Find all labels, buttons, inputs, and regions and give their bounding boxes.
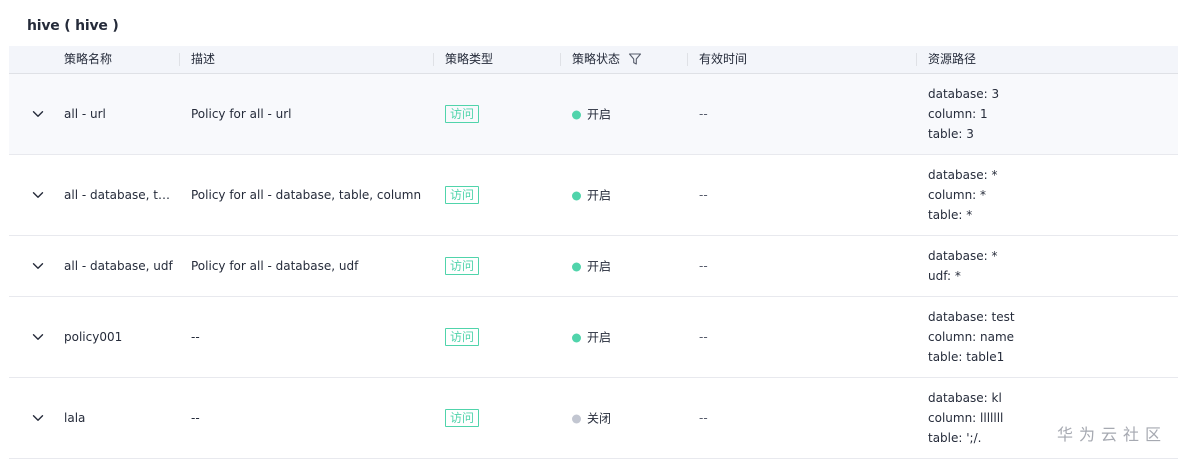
header-type[interactable]: 策略类型: [445, 46, 493, 73]
policy-table: 策略名称 描述 策略类型 策略状态 有效时间 资源路径 all - url Po…: [9, 46, 1178, 459]
policy-name[interactable]: lala: [64, 411, 85, 425]
policy-valid-time: --: [699, 259, 708, 273]
resource-path-line: database: 3: [928, 87, 1000, 101]
header-separator: [433, 53, 434, 66]
resource-path-line: table: ';/.: [928, 431, 982, 445]
resource-path: database: test column: name table: table1: [928, 307, 1015, 367]
resource-path-line: udf: *: [928, 269, 961, 283]
policy-status-label: 开启: [587, 188, 612, 203]
resource-path-line: table: 3: [928, 127, 974, 141]
resource-path-line: column: name: [928, 330, 1015, 344]
policy-name[interactable]: policy001: [64, 330, 122, 344]
policy-type-cell: 访问: [445, 409, 480, 427]
policy-status-cell: 开启: [572, 187, 611, 204]
header-separator: [179, 53, 180, 66]
table-row[interactable]: all - database, udf Policy for all - dat…: [9, 236, 1178, 297]
expand-chevron-icon[interactable]: [31, 107, 45, 121]
policy-valid-time: --: [699, 330, 708, 344]
policy-name[interactable]: all - database, tabl...: [64, 188, 176, 202]
policy-valid-time: --: [699, 411, 708, 425]
policy-status-cell: 开启: [572, 329, 611, 346]
resource-path-line: database: *: [928, 249, 998, 263]
policy-type-tag: 访问: [445, 105, 480, 123]
expand-chevron-icon[interactable]: [31, 188, 45, 202]
expand-chevron-icon[interactable]: [31, 330, 45, 344]
status-dot-icon: [572, 262, 581, 272]
table-body: all - url Policy for all - url 访问 开启 -- …: [9, 74, 1178, 459]
resource-path-line: column: lllllll: [928, 411, 1004, 425]
section-title: hive ( hive ): [27, 18, 119, 34]
status-dot-icon: [572, 333, 581, 343]
policy-type-tag: 访问: [445, 257, 480, 275]
table-row[interactable]: all - url Policy for all - url 访问 开启 -- …: [9, 74, 1178, 155]
policy-valid-time: --: [699, 107, 708, 121]
watermark: 华为云社区: [1057, 425, 1168, 444]
policy-type-cell: 访问: [445, 328, 480, 346]
header-name[interactable]: 策略名称: [64, 46, 112, 73]
resource-path-line: database: test: [928, 310, 1015, 324]
table-header: 策略名称 描述 策略类型 策略状态 有效时间 资源路径: [9, 46, 1178, 74]
resource-path-line: column: *: [928, 188, 987, 202]
policy-name[interactable]: all - url: [64, 107, 106, 121]
resource-path-line: database: *: [928, 168, 998, 182]
policy-type-tag: 访问: [445, 186, 480, 204]
header-separator: [560, 53, 561, 66]
policy-type-cell: 访问: [445, 186, 480, 204]
policy-description: Policy for all - url: [191, 107, 292, 121]
expand-chevron-icon[interactable]: [31, 411, 45, 425]
policy-type-tag: 访问: [445, 328, 480, 346]
policy-status-label: 开启: [587, 259, 612, 274]
table-row[interactable]: policy001 -- 访问 开启 -- database: test colu…: [9, 297, 1178, 378]
expand-chevron-icon[interactable]: [31, 259, 45, 273]
resource-path-line: table: *: [928, 208, 973, 222]
policy-status-label: 开启: [587, 107, 612, 122]
policy-status-cell: 开启: [572, 258, 611, 275]
policy-description: --: [191, 330, 200, 344]
header-path[interactable]: 资源路径: [928, 46, 976, 73]
policy-name[interactable]: all - database, udf: [64, 259, 173, 273]
resource-path-line: table: table1: [928, 350, 1005, 364]
policy-status-label: 开启: [587, 330, 612, 345]
resource-path-line: column: 1: [928, 107, 988, 121]
policy-type-cell: 访问: [445, 105, 480, 123]
resource-path: database: * column: * table: *: [928, 165, 998, 225]
header-time[interactable]: 有效时间: [699, 46, 747, 73]
table-row[interactable]: lala -- 访问 关闭 -- database: kl column: lll…: [9, 378, 1178, 459]
header-status[interactable]: 策略状态: [572, 46, 620, 73]
resource-path: database: 3 column: 1 table: 3: [928, 84, 999, 144]
status-dot-icon: [572, 191, 581, 201]
resource-path: database: * udf: *: [928, 246, 998, 286]
header-desc[interactable]: 描述: [191, 46, 215, 73]
policy-description: --: [191, 411, 200, 425]
status-dot-icon: [572, 414, 581, 424]
policy-type-cell: 访问: [445, 257, 480, 275]
policy-description: Policy for all - database, table, column: [191, 188, 422, 202]
table-row[interactable]: all - database, tabl... Policy for all -…: [9, 155, 1178, 236]
filter-icon[interactable]: [628, 52, 642, 66]
policy-status-cell: 关闭: [572, 410, 611, 427]
policy-status-cell: 开启: [572, 106, 611, 123]
policy-status-label: 关闭: [587, 411, 612, 426]
status-dot-icon: [572, 110, 581, 120]
policy-valid-time: --: [699, 188, 708, 202]
resource-path-line: database: kl: [928, 391, 1002, 405]
resource-path: database: kl column: lllllll table: ';/.: [928, 388, 1003, 448]
header-separator: [916, 53, 917, 66]
header-separator: [687, 53, 688, 66]
policy-description: Policy for all - database, udf: [191, 259, 359, 273]
policy-type-tag: 访问: [445, 409, 480, 427]
